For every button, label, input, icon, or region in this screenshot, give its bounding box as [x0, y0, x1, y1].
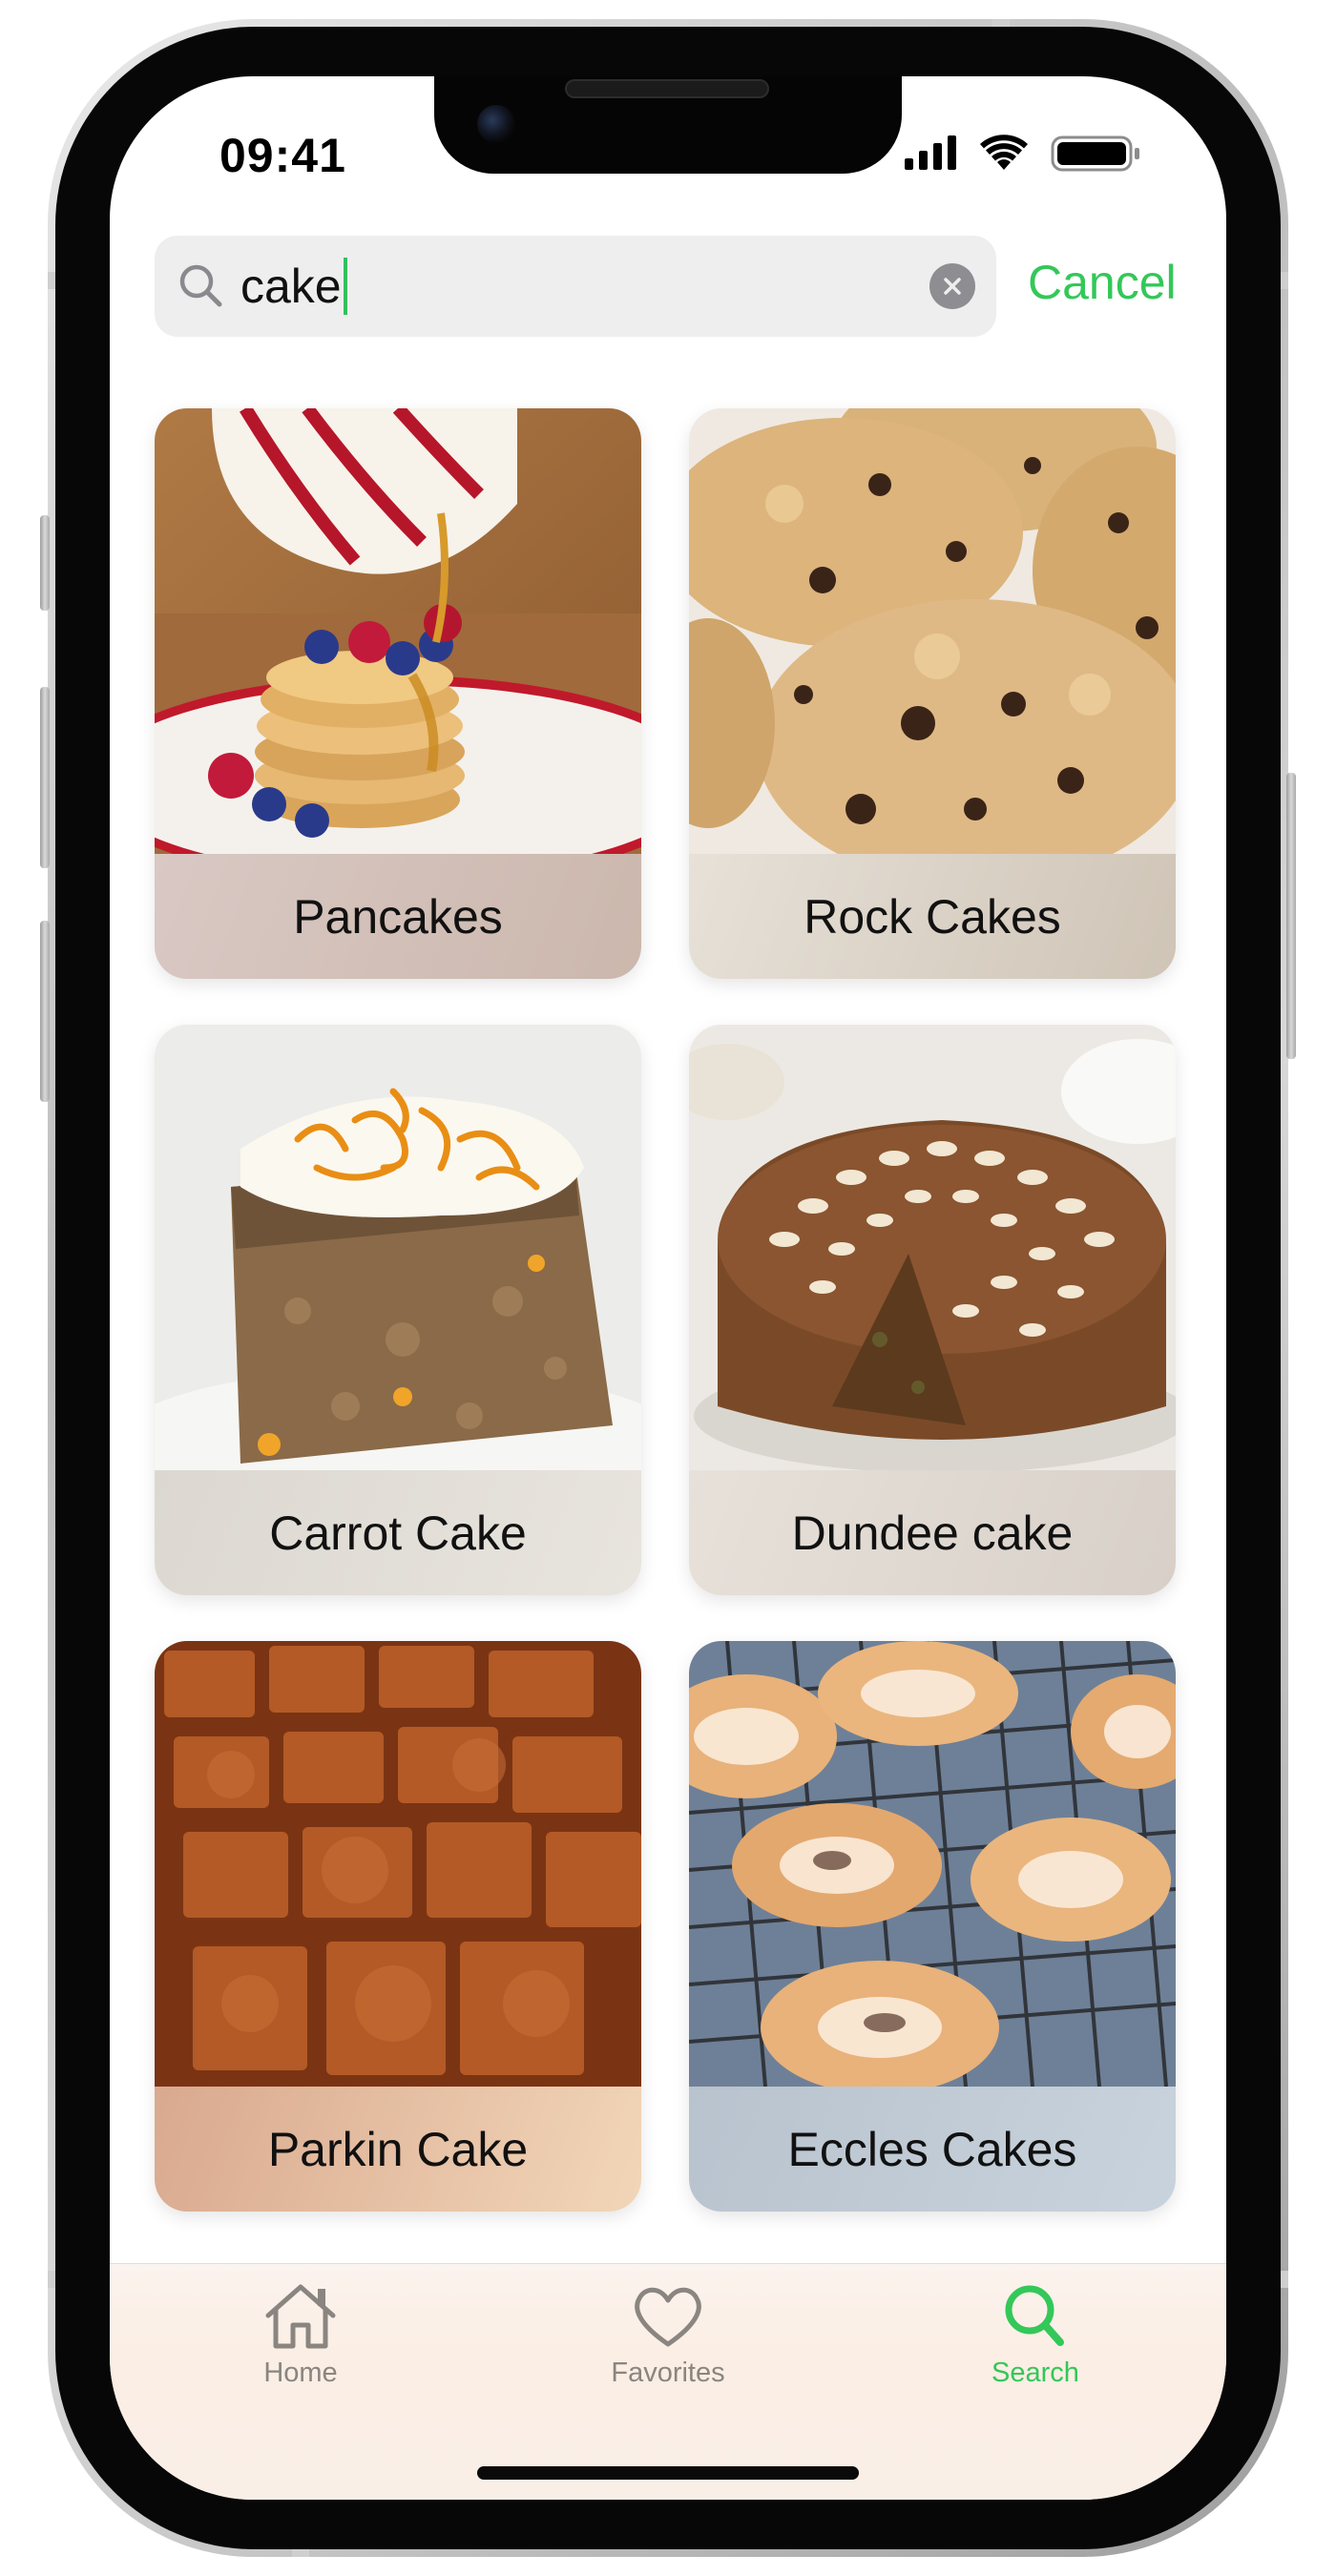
tab-favorites[interactable]: Favorites [563, 2279, 773, 2389]
front-camera [477, 105, 515, 143]
card-title: Pancakes [293, 889, 503, 944]
search-input[interactable]: cake [240, 258, 347, 315]
eccles-cakes-photo [689, 1641, 1176, 2087]
result-card-rock-cakes[interactable]: Rock Cakes [689, 408, 1176, 979]
result-card-parkin-cake[interactable]: Parkin Cake [155, 1641, 641, 2212]
heart-icon [635, 2287, 701, 2347]
volume-down-button [40, 921, 50, 1102]
parkin-cake-photo [155, 1641, 641, 2087]
tab-label: Favorites [611, 2358, 725, 2388]
status-time: 09:41 [219, 129, 346, 182]
tab-label: Home [263, 2358, 338, 2388]
earpiece-speaker [565, 79, 769, 98]
card-label-area: Parkin Cake [155, 2087, 641, 2212]
notch [434, 76, 902, 174]
tab-home[interactable]: Home [196, 2279, 406, 2389]
search-bar[interactable]: cake [155, 236, 996, 337]
magnifier-icon [179, 264, 222, 307]
card-label-area: Eccles Cakes [689, 2087, 1176, 2212]
house-icon [265, 2284, 336, 2349]
card-label-area: Pancakes [155, 854, 641, 979]
tab-label: Search [992, 2358, 1079, 2388]
home-indicator[interactable] [477, 2466, 859, 2480]
wifi-icon [980, 135, 1028, 170]
card-title: Eccles Cakes [787, 2122, 1077, 2176]
result-card-dundee-cake[interactable]: Dundee cake [689, 1025, 1176, 1595]
search-icon [1005, 2285, 1064, 2346]
cellular-signal-icon [905, 135, 956, 170]
result-card-pancakes[interactable]: Pancakes [155, 408, 641, 979]
card-title: Rock Cakes [804, 889, 1061, 944]
result-card-eccles-cakes[interactable]: Eccles Cakes [689, 1641, 1176, 2212]
status-icons [905, 134, 1148, 172]
card-label-area: Dundee cake [689, 1470, 1176, 1595]
cancel-button[interactable]: Cancel [1028, 255, 1177, 310]
ringer-switch [40, 515, 50, 611]
card-title: Parkin Cake [267, 2122, 529, 2176]
power-button [1286, 773, 1296, 1059]
volume-up-button [40, 687, 50, 868]
tab-search[interactable]: Search [930, 2279, 1140, 2389]
card-title: Dundee cake [791, 1506, 1074, 1560]
card-title: Carrot Cake [269, 1506, 527, 1560]
battery-icon [1051, 135, 1139, 172]
search-query-text: cake [240, 260, 342, 313]
dundee-cake-photo [689, 1025, 1176, 1470]
card-label-area: Carrot Cake [155, 1470, 641, 1595]
carrot-cake-photo [155, 1025, 641, 1470]
app-screen: 09:41 cake Cancel Pancakes Rock Cakes Ca… [110, 76, 1226, 2500]
pancakes-photo [155, 408, 641, 854]
result-card-carrot-cake[interactable]: Carrot Cake [155, 1025, 641, 1595]
card-label-area: Rock Cakes [689, 854, 1176, 979]
text-caret [343, 258, 347, 315]
tab-bar: Home Favorites Search [110, 2263, 1226, 2500]
clear-search-button[interactable] [929, 263, 975, 309]
rock-cakes-photo [689, 408, 1176, 854]
clear-circle-icon [944, 278, 961, 295]
